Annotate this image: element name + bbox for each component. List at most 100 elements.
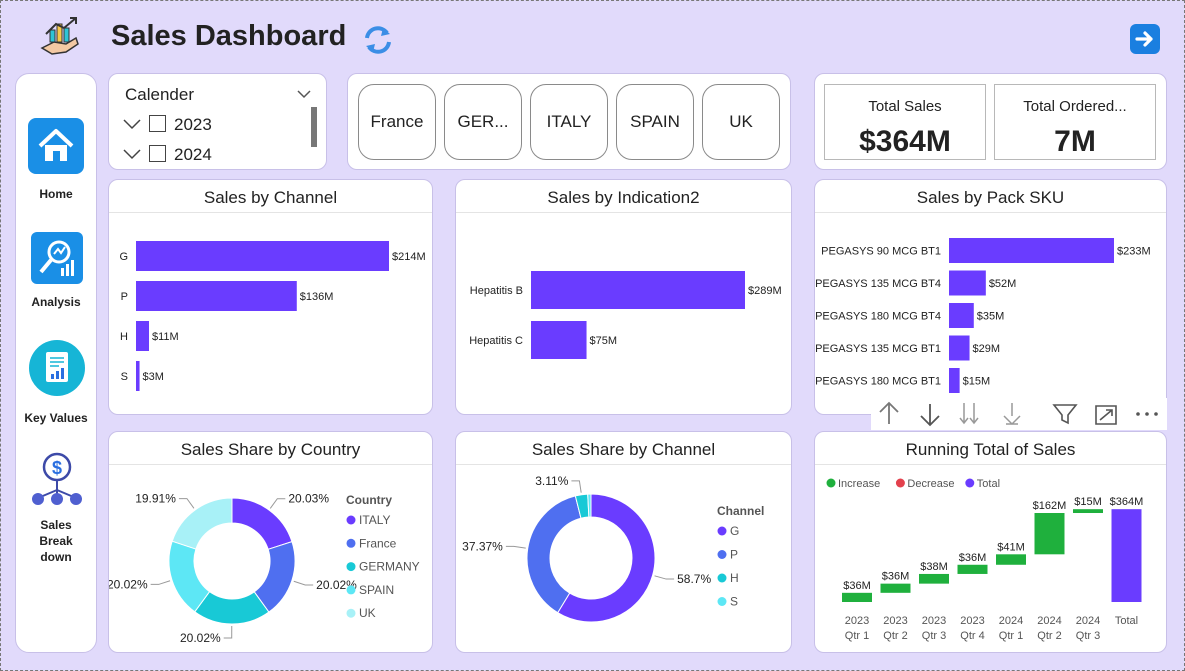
x-tick-label: 2023: [960, 615, 984, 627]
country-button-france[interactable]: France: [358, 84, 436, 160]
arrow-right-icon[interactable]: [1130, 24, 1160, 54]
category-label: PEGASYS 180 MCG BT1: [815, 376, 941, 388]
analysis-button[interactable]: [31, 232, 83, 284]
data-label: 20.02%: [109, 577, 148, 591]
chevron-down-icon[interactable]: [297, 86, 311, 99]
slicer-option-2024[interactable]: 2024: [123, 144, 293, 166]
chart-running-total-of-sales[interactable]: Running Total of Sales Increase Decrease T…: [814, 431, 1167, 653]
x-tick-label: Qtr 2: [1037, 630, 1061, 642]
country-button-uk[interactable]: UK: [702, 84, 780, 160]
category-label: S: [121, 371, 128, 383]
data-label: $36M: [959, 552, 987, 564]
data-label: $15M: [963, 376, 991, 388]
focus-mode-icon[interactable]: [1095, 405, 1117, 425]
x-tick-label: Qtr 1: [999, 630, 1023, 642]
data-label: $289M: [748, 285, 782, 297]
data-label: $38M: [920, 561, 948, 573]
data-label: $29M: [973, 343, 1001, 355]
legend-marker: [346, 515, 356, 525]
leader-line: [150, 580, 171, 585]
chart-sales-share-by-channel[interactable]: Sales Share by Channel 58.7% 37.37% 3.11% C…: [455, 431, 792, 653]
legend-label: G: [730, 524, 739, 538]
bar: [136, 281, 297, 311]
legend-marker: [346, 538, 356, 548]
legend-marker: [346, 562, 356, 572]
legend-marker: [717, 550, 727, 559]
country-button-spain[interactable]: SPAIN: [616, 84, 694, 160]
legend-label: S: [730, 595, 738, 609]
scrollbar[interactable]: [311, 107, 317, 147]
chart-sales-by-pack-sku[interactable]: Sales by Pack SKU PEGASYS 90 MCG BT1 $233…: [814, 179, 1167, 415]
data-label: $233M: [1117, 246, 1151, 258]
nav-analysis-label: Analysis: [31, 295, 81, 309]
legend-label: ITALY: [359, 513, 391, 527]
kpi-panel: Total Sales $364M Total Ordered... 7M: [814, 73, 1167, 170]
refresh-icon[interactable]: [361, 24, 395, 56]
leader-line: [654, 575, 675, 580]
category-label: G: [119, 251, 128, 263]
category-label: PEGASYS 135 MCG BT1: [815, 343, 941, 355]
x-tick-label: Qtr 2: [883, 630, 907, 642]
donut-chart: 58.7% 37.37% 3.11% Channel GPHS: [462, 474, 764, 623]
country-slicer: France GER... ITALY SPAIN UK: [347, 73, 791, 170]
bar: [136, 241, 389, 271]
country-button-italy[interactable]: ITALY: [530, 84, 608, 160]
category-label: PEGASYS 135 MCG BT4: [815, 278, 941, 290]
legend-marker: [346, 585, 356, 595]
legend-marker: [965, 478, 975, 488]
waterfall-bar: [957, 564, 988, 574]
checkbox[interactable]: [149, 115, 166, 132]
chart-sales-by-indication[interactable]: Sales by Indication2 Hepatitis B $289M Hep…: [455, 179, 792, 415]
home-icon: [38, 129, 74, 161]
category-label: PEGASYS 180 MCG BT4: [815, 311, 941, 323]
waterfall-bar: [1111, 509, 1142, 602]
data-label: $364M: [1110, 496, 1144, 508]
chart-sales-by-channel[interactable]: Sales by Channel G $214M P $136M H $11M S $3M: [108, 179, 433, 415]
x-tick-label: 2023: [922, 615, 946, 627]
x-tick-label: Qtr 3: [1076, 630, 1100, 642]
checkbox[interactable]: [149, 145, 166, 162]
chart-sales-share-by-country[interactable]: Sales Share by Country 20.03% 20.02% 20.02…: [108, 431, 433, 653]
data-label: $75M: [590, 335, 618, 347]
filter-icon[interactable]: [1052, 404, 1078, 425]
country-button-germany[interactable]: GER...: [444, 84, 522, 160]
legend-label: UK: [359, 606, 376, 620]
data-label: $3M: [143, 371, 164, 383]
home-button[interactable]: [28, 118, 84, 174]
data-label: $35M: [977, 311, 1005, 323]
data-label: $36M: [843, 580, 871, 592]
bar-chart: PEGASYS 90 MCG BT1 $233M PEGASYS 135 MCG B…: [815, 238, 1151, 393]
legend-label: Increase: [838, 478, 880, 490]
bar: [136, 321, 150, 351]
expand-all-down-icon[interactable]: [959, 403, 979, 425]
key-values-button[interactable]: [29, 340, 85, 396]
legend-marker: [895, 478, 905, 488]
leader-line: [505, 545, 526, 549]
legend-label: P: [730, 548, 738, 562]
bar-chart: G $214M P $136M H $11M S $3M: [119, 241, 426, 391]
kpi-value: $364M: [859, 125, 951, 158]
expand-level-icon[interactable]: [1003, 403, 1021, 426]
more-options-icon[interactable]: [1136, 412, 1158, 416]
donut-slice: [231, 497, 293, 550]
calendar-slicer: Calender 2023 2024: [108, 73, 327, 170]
bar: [949, 270, 986, 296]
waterfall-bar: [919, 573, 949, 584]
legend-marker: [346, 608, 356, 618]
slicer-option-2023[interactable]: 2023: [123, 114, 293, 136]
legend-marker: [826, 478, 836, 488]
legend-title: Country: [346, 493, 392, 507]
data-label: $162M: [1033, 500, 1067, 512]
sales-breakdown-button[interactable]: $: [26, 452, 88, 508]
category-label: P: [121, 291, 128, 303]
data-label: $11M: [152, 331, 179, 343]
svg-text:$: $: [52, 458, 62, 478]
analysis-icon: [39, 240, 74, 276]
data-label: 19.91%: [135, 492, 176, 506]
drill-down-icon[interactable]: [920, 404, 940, 427]
category-label: H: [120, 331, 128, 343]
x-tick-label: Qtr 1: [845, 630, 869, 642]
data-label: 58.7%: [677, 572, 711, 586]
waterfall-bar: [842, 592, 872, 602]
drill-up-icon[interactable]: [879, 401, 899, 424]
